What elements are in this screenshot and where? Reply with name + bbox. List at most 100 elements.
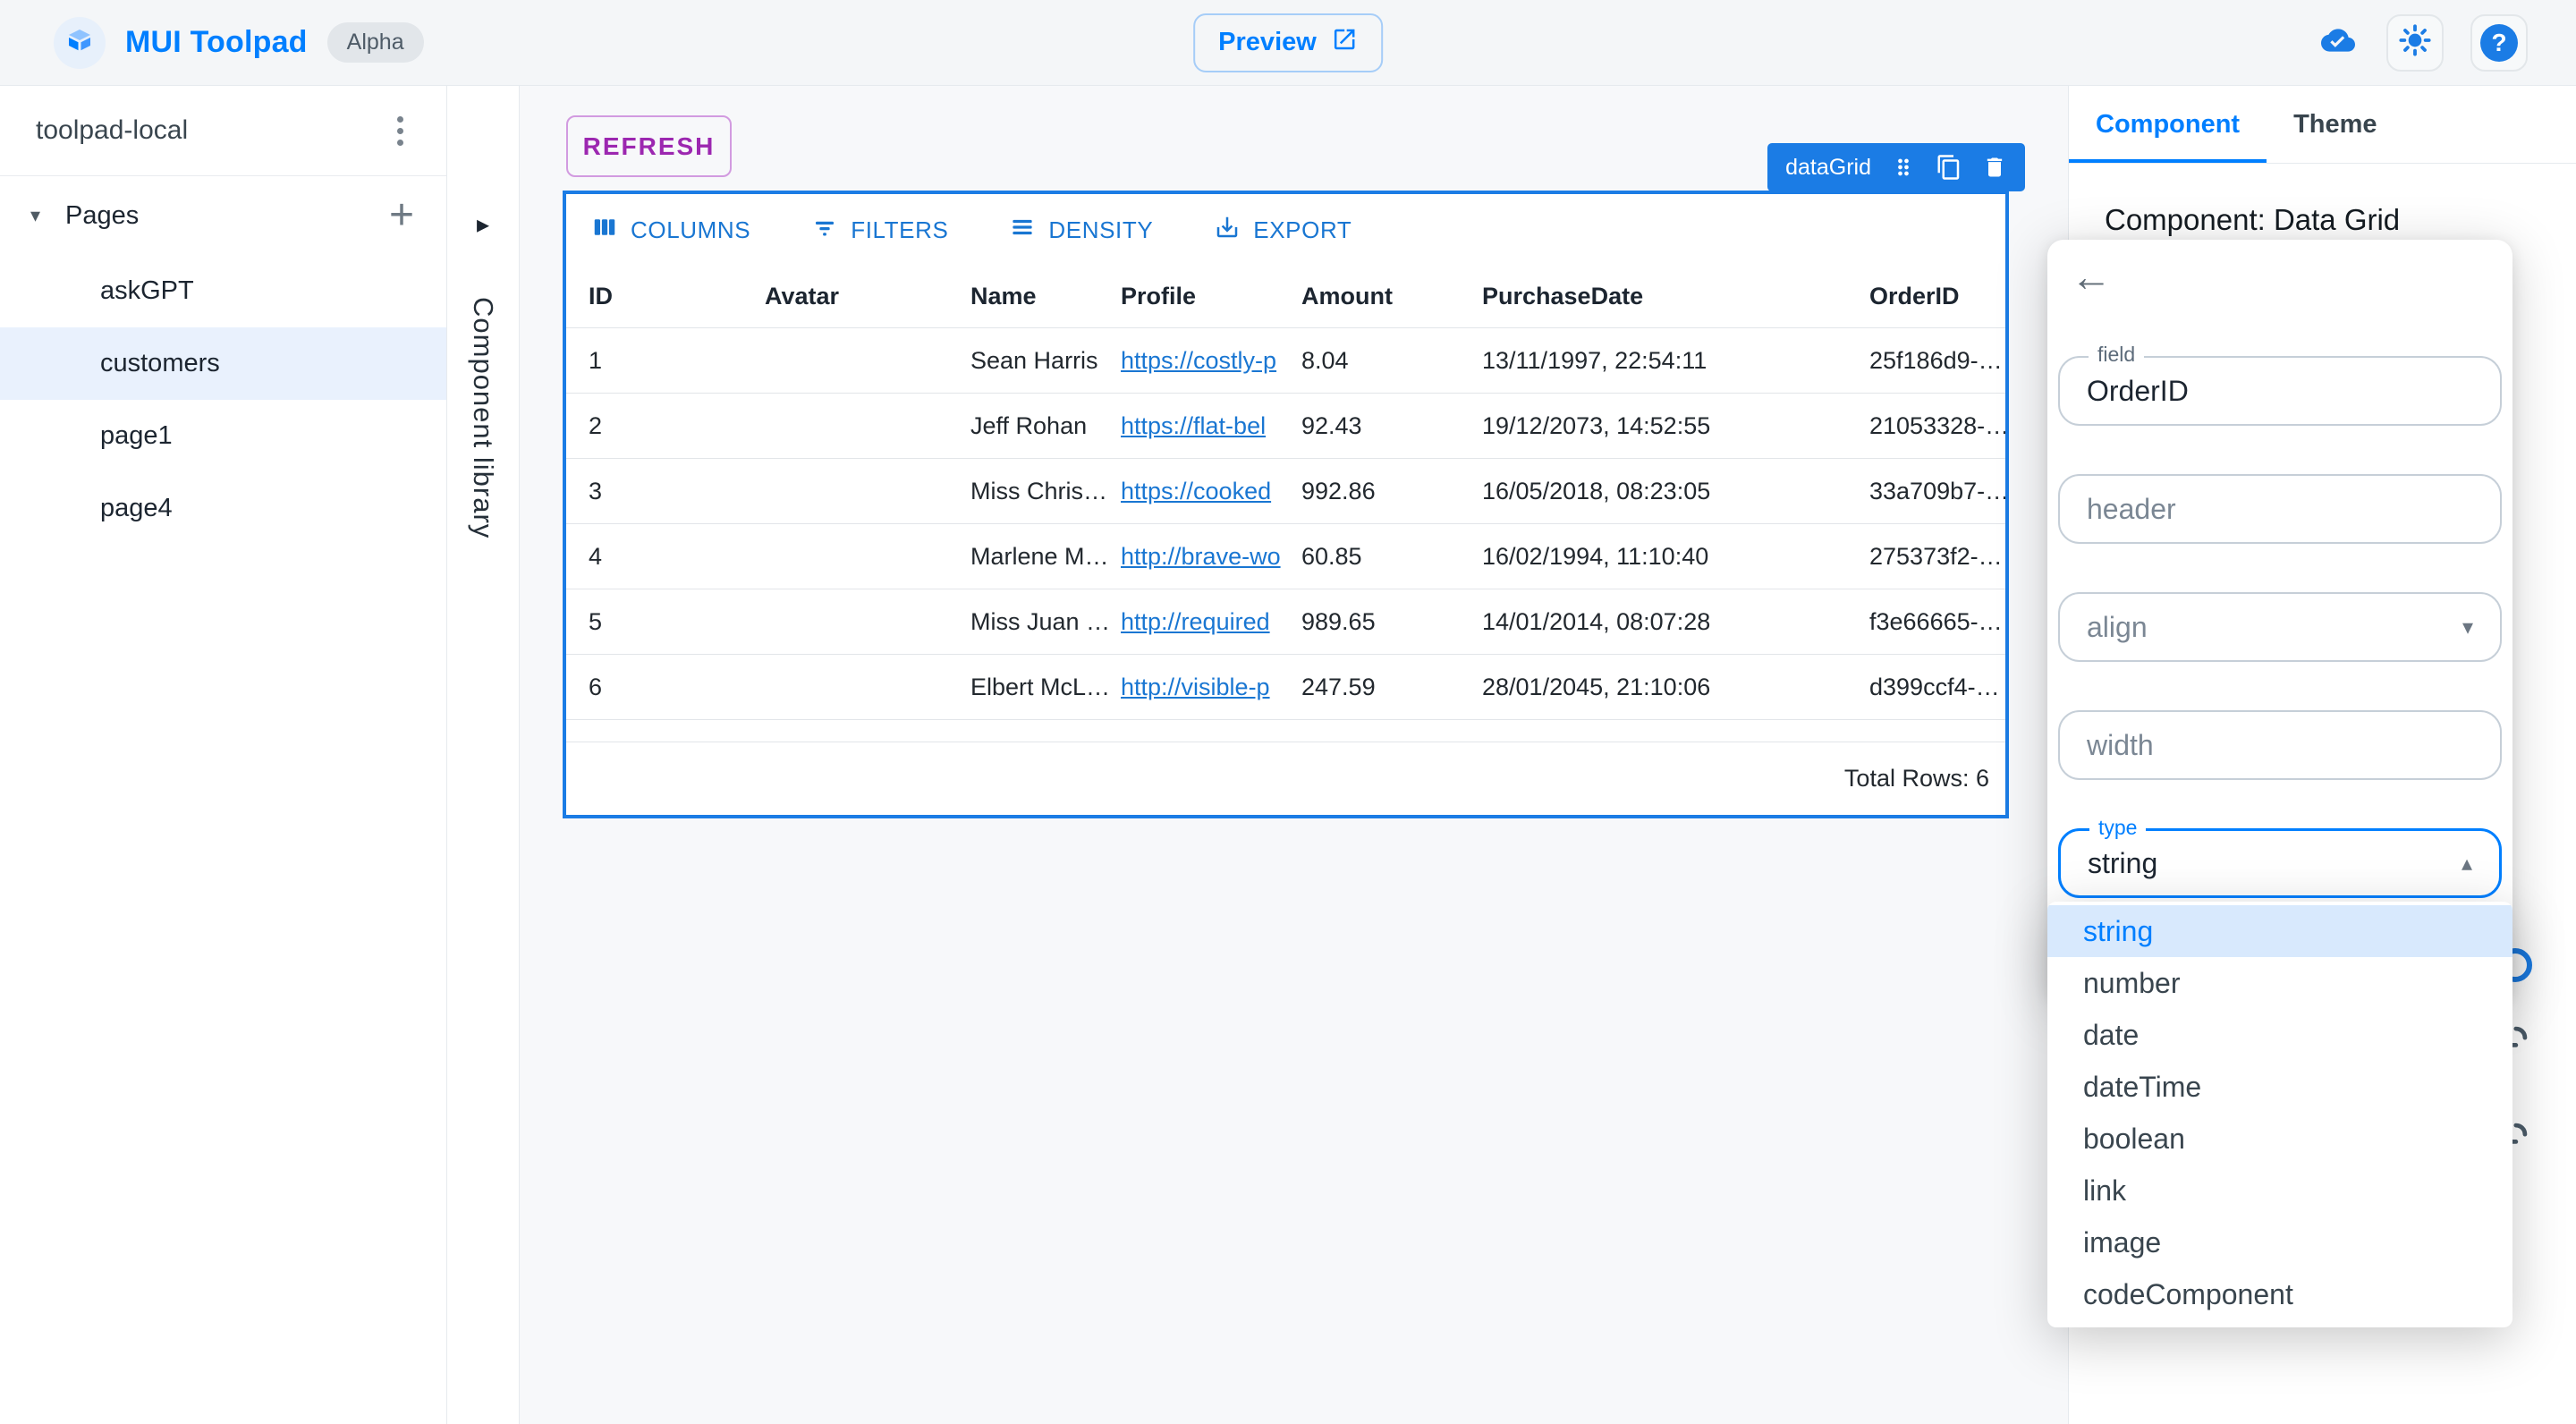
profile-link[interactable]: http://brave-wo [1121, 543, 1281, 570]
tab-component-label: Component [2096, 109, 2241, 139]
back-arrow-icon[interactable]: ← [2071, 256, 2112, 297]
column-header-purchasedate[interactable]: PurchaseDate [1473, 283, 1860, 310]
sidebar-item-customers[interactable]: customers [0, 327, 446, 400]
type-select[interactable]: type string ▴ [2058, 816, 2502, 898]
table-row[interactable]: 1 Sean Harris https://costly-p 8.04 13/1… [566, 328, 2005, 394]
datagrid-header-row: ID Avatar Name Profile Amount PurchaseDa… [566, 266, 2005, 328]
column-header-avatar[interactable]: Avatar [756, 283, 962, 310]
caret-down-icon: ▾ [30, 204, 41, 226]
table-row[interactable]: 2 Jeff Rohan https://flat-bel 92.43 19/1… [566, 394, 2005, 459]
type-select-menu: string number date dateTime boolean link… [2047, 902, 2512, 1327]
cell-orderid: 25f186d9-… [1869, 346, 2003, 374]
inspector-panel: Component Theme Component: Data Grid ← f… [2047, 86, 2576, 1424]
delete-icon[interactable] [1982, 155, 2007, 180]
menu-item-image[interactable]: image [2047, 1216, 2512, 1268]
sidebar-item-askgpt[interactable]: askGPT [0, 255, 446, 327]
menu-item-date[interactable]: date [2047, 1009, 2512, 1061]
table-row[interactable]: 5 Miss Juan … http://required 989.65 14/… [566, 589, 2005, 655]
profile-link[interactable]: https://flat-bel [1121, 412, 1266, 439]
cell-id: 4 [589, 542, 603, 570]
project-header: toolpad-local [0, 86, 446, 176]
menu-item-number[interactable]: number [2047, 957, 2512, 1009]
profile-link[interactable]: http://visible-p [1121, 674, 1270, 700]
component-library-strip[interactable]: ▸ Component library [447, 86, 520, 1424]
inspector-heading: Component: Data Grid [2105, 203, 2401, 236]
copy-icon[interactable] [1936, 154, 1962, 181]
export-button[interactable]: EXPORT [1208, 213, 1357, 248]
export-icon [1214, 214, 1241, 247]
profile-link[interactable]: https://cooked [1121, 478, 1271, 504]
cell-purchasedate: 16/05/2018, 08:23:05 [1482, 477, 1711, 504]
cell-id: 6 [589, 673, 603, 700]
table-row[interactable]: 6 Elbert McL… http://visible-p 247.59 28… [566, 655, 2005, 720]
refresh-button[interactable]: REFRESH [566, 115, 732, 177]
theme-mode-button[interactable] [2386, 13, 2444, 72]
columns-button-label: COLUMNS [631, 216, 751, 243]
cell-id: 3 [589, 477, 603, 504]
help-button[interactable]: ? [2470, 13, 2528, 72]
project-name: toolpad-local [36, 115, 189, 145]
cell-profile: https://cooked [1112, 478, 1292, 505]
align-select[interactable]: align ▾ [2058, 592, 2502, 662]
width-input[interactable]: width [2058, 710, 2502, 780]
open-in-new-icon [1331, 26, 1358, 60]
menu-item-string[interactable]: string [2047, 905, 2512, 957]
project-menu-button[interactable] [390, 109, 411, 153]
page-canvas: REFRESH dataGrid COLUMNS FILTERS DENSITY… [520, 86, 2068, 1424]
menu-item-datetime[interactable]: dateTime [2047, 1061, 2512, 1113]
table-row[interactable]: 4 Marlene M… http://brave-wo 60.85 16/02… [566, 524, 2005, 589]
sidebar-item-page4[interactable]: page4 [0, 472, 446, 545]
table-row[interactable]: 3 Miss Chris… https://cooked 992.86 16/0… [566, 459, 2005, 524]
cell-orderid: 21053328-… [1869, 411, 2005, 439]
explorer-sidebar: toolpad-local ▾ Pages + askGPT customers… [0, 86, 447, 1424]
sidebar-item-page1[interactable]: page1 [0, 400, 446, 472]
add-page-button[interactable]: + [389, 194, 414, 237]
cloud-done-icon [2317, 23, 2360, 62]
datagrid-component[interactable]: dataGrid COLUMNS FILTERS DENSITY EXPORT … [563, 143, 2025, 818]
column-header-id[interactable]: ID [566, 283, 756, 310]
rows-spacer [566, 720, 2005, 742]
field-input[interactable]: field OrderID [2058, 343, 2502, 426]
column-header-amount[interactable]: Amount [1292, 283, 1473, 310]
type-select-label: type [2089, 816, 2147, 841]
column-header-orderid[interactable]: OrderID [1860, 283, 2005, 310]
profile-link[interactable]: https://costly-p [1121, 347, 1276, 374]
density-button[interactable]: DENSITY [1004, 213, 1158, 248]
app-title: MUI Toolpad [125, 25, 308, 59]
page-item-label: askGPT [100, 276, 194, 305]
cell-name: Sean Harris [970, 346, 1098, 374]
cell-name: Jeff Rohan [970, 411, 1088, 439]
cell-id: 2 [589, 411, 603, 439]
cell-profile: https://flat-bel [1112, 412, 1292, 440]
cell-amount: 8.04 [1301, 346, 1349, 374]
cell-purchasedate: 13/11/1997, 22:54:11 [1482, 346, 1707, 374]
columns-button[interactable]: COLUMNS [586, 213, 756, 248]
tab-theme[interactable]: Theme [2267, 86, 2403, 163]
cell-orderid: 275373f2-… [1869, 542, 2003, 570]
align-select-placeholder: align [2087, 610, 2148, 643]
preview-button-label: Preview [1218, 28, 1317, 56]
cell-profile: http://brave-wo [1112, 543, 1292, 571]
filter-icon [811, 214, 838, 247]
menu-item-link[interactable]: link [2047, 1165, 2512, 1216]
component-library-label: Component library [468, 297, 499, 539]
density-button-label: DENSITY [1048, 216, 1154, 243]
tab-theme-label: Theme [2293, 109, 2377, 139]
header-input-placeholder: header [2087, 492, 2176, 525]
menu-item-codecomponent[interactable]: codeComponent [2047, 1268, 2512, 1320]
column-header-name[interactable]: Name [962, 283, 1112, 310]
preview-button[interactable]: Preview [1193, 13, 1383, 72]
drag-handle-icon[interactable] [1891, 155, 1916, 180]
export-button-label: EXPORT [1253, 216, 1352, 243]
tab-component[interactable]: Component [2069, 86, 2267, 163]
profile-link[interactable]: http://required [1121, 608, 1270, 635]
cell-amount: 992.86 [1301, 477, 1376, 504]
header-input[interactable]: header [2058, 474, 2502, 544]
pages-section-header[interactable]: ▾ Pages + [0, 176, 446, 255]
menu-item-boolean[interactable]: boolean [2047, 1113, 2512, 1165]
cell-profile: https://costly-p [1112, 347, 1292, 375]
cell-purchasedate: 28/01/2045, 21:10:06 [1482, 673, 1711, 700]
filters-button[interactable]: FILTERS [806, 213, 953, 248]
column-header-profile[interactable]: Profile [1112, 283, 1292, 310]
cell-purchasedate: 16/02/1994, 11:10:40 [1482, 542, 1709, 570]
